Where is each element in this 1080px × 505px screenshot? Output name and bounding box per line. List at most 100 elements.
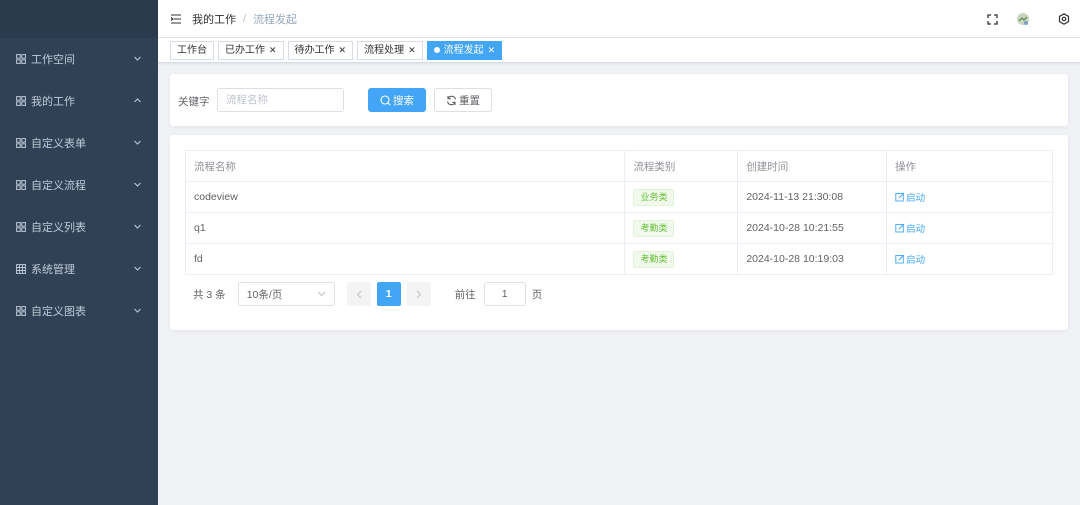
goto-page-input[interactable]: [483, 282, 526, 306]
column-header-action: 操作: [886, 150, 1053, 182]
start-button[interactable]: 启动: [895, 190, 925, 204]
sidebar-item-label: 我的工作: [31, 96, 75, 108]
tab-tag[interactable]: 流程发起 ✕: [426, 40, 503, 60]
cell-created: 2024-11-13 21:30:08: [737, 181, 888, 213]
close-icon[interactable]: ✕: [408, 42, 416, 59]
cell-created: 2024-10-28 10:19:03: [737, 243, 888, 275]
grid-icon: [16, 53, 27, 65]
next-page-button[interactable]: [406, 282, 431, 306]
tab-tag[interactable]: 待办工作 ✕: [287, 40, 354, 60]
tab-tag-label: 待办工作: [294, 44, 335, 56]
search-icon: [380, 94, 391, 106]
chevron-down-icon: [133, 54, 142, 63]
chevron-down-icon: [133, 264, 142, 273]
edit-icon: [895, 254, 905, 263]
prev-page-button[interactable]: [346, 282, 371, 306]
category-tag: 考勤类: [633, 219, 675, 237]
keyword-input[interactable]: [217, 88, 344, 112]
settings-icon[interactable]: [1057, 12, 1071, 26]
page-suffix-label: 页: [531, 288, 543, 301]
chevron-left-icon: [356, 290, 362, 298]
navbar: 我的工作 / 流程发起: [158, 0, 1080, 38]
grid-icon: [16, 221, 27, 233]
sidebar-item-label: 系统管理: [31, 264, 75, 276]
cell-action: 启动: [886, 212, 1053, 244]
page-size-value: 10条/页: [246, 288, 283, 301]
search-button-label: 搜索: [393, 94, 414, 107]
right-menu: [985, 0, 1080, 38]
column-header-name: 流程名称: [184, 150, 626, 182]
tab-tag-label: 流程处理: [364, 44, 405, 56]
close-icon[interactable]: ✕: [488, 42, 496, 59]
hamburger-icon[interactable]: [170, 13, 182, 25]
grid-icon: [16, 179, 27, 191]
sidebar-item-label: 自定义流程: [31, 180, 86, 192]
sidebar-item-label: 自定义图表: [31, 306, 86, 318]
sidebar-item[interactable]: 自定义列表: [0, 206, 158, 248]
start-button[interactable]: 启动: [895, 252, 925, 266]
column-header-category: 流程类别: [624, 150, 739, 182]
reset-button[interactable]: 重置: [434, 88, 492, 112]
table-row: q1 考勤类 2024-10-28 10:21:55 启动: [184, 212, 1053, 244]
grid-icon: [16, 137, 27, 149]
breadcrumb: 我的工作 / 流程发起: [192, 11, 297, 27]
reset-button-label: 重置: [459, 94, 480, 107]
table-card: 流程名称 流程类别 创建时间 操作 codeview 业务类 2024-11-13 …: [170, 135, 1068, 330]
close-icon[interactable]: ✕: [339, 42, 347, 59]
table-header-row: 流程名称 流程类别 创建时间 操作: [184, 150, 1053, 182]
active-dot-icon: [433, 47, 440, 53]
cell-created: 2024-10-28 10:21:55: [737, 212, 888, 244]
breadcrumb-current: 流程发起: [253, 13, 298, 26]
cell-action: 启动: [886, 243, 1053, 275]
chevron-down-icon: [133, 222, 142, 231]
avatar[interactable]: [1016, 12, 1030, 26]
sidebar: 工作空间我的工作自定义表单自定义流程自定义列表系统管理自定义图表: [0, 0, 158, 505]
process-table: 流程名称 流程类别 创建时间 操作 codeview 业务类 2024-11-13 …: [184, 150, 1053, 275]
sidebar-item[interactable]: 系统管理: [0, 248, 158, 290]
chevron-down-icon: [133, 180, 142, 189]
tab-tag[interactable]: 已办工作 ✕: [218, 40, 284, 60]
table-row: codeview 业务类 2024-11-13 21:30:08 启动: [184, 181, 1053, 213]
cell-name: fd: [184, 243, 626, 275]
tab-tag-label: 工作台: [177, 44, 207, 56]
keyword-label: 关键字: [178, 96, 210, 108]
search-button[interactable]: 搜索: [368, 88, 426, 112]
category-tag: 考勤类: [633, 250, 675, 268]
sidebar-item[interactable]: 自定义表单: [0, 122, 158, 164]
sidebar-item-label: 自定义列表: [31, 222, 86, 234]
cell-category: 考勤类: [624, 243, 739, 275]
tab-tag[interactable]: 流程处理 ✕: [357, 40, 423, 60]
sidebar-item[interactable]: 我的工作: [0, 80, 158, 122]
tags-view: 工作台 已办工作 ✕ 待办工作 ✕ 流程处理 ✕ 流程发起 ✕: [158, 38, 1080, 63]
start-button-label: 启动: [906, 223, 926, 235]
sidebar-logo: [0, 0, 158, 38]
tab-tag-label: 流程发起: [443, 44, 484, 56]
chevron-up-icon: [133, 96, 142, 105]
breadcrumb-item[interactable]: 我的工作: [192, 11, 236, 27]
page-size-select[interactable]: 10条/页: [237, 282, 335, 306]
tab-tag-label: 已办工作: [225, 44, 265, 56]
start-button-label: 启动: [906, 254, 926, 266]
chevron-right-icon: [416, 290, 421, 298]
grid-icon: [16, 305, 27, 317]
refresh-icon: [446, 95, 457, 105]
sidebar-item[interactable]: 工作空间: [0, 38, 158, 80]
sidebar-item[interactable]: 自定义图表: [0, 290, 158, 332]
edit-icon: [895, 223, 905, 232]
chevron-down-icon: [317, 291, 326, 297]
sidebar-item[interactable]: 自定义流程: [0, 164, 158, 206]
sidebar-menu: 工作空间我的工作自定义表单自定义流程自定义列表系统管理自定义图表: [0, 38, 158, 332]
cell-name: codeview: [184, 181, 626, 213]
tab-tag[interactable]: 工作台: [170, 40, 214, 60]
table-body: codeview 业务类 2024-11-13 21:30:08 启动 q1 考勤类 202…: [184, 181, 1053, 275]
start-button-label: 启动: [906, 192, 926, 204]
chevron-down-icon: [133, 138, 142, 147]
start-button[interactable]: 启动: [895, 221, 925, 235]
close-icon[interactable]: ✕: [269, 42, 277, 59]
edit-icon: [895, 192, 905, 201]
sidebar-item-label: 自定义表单: [31, 138, 86, 150]
chevron-down-icon: [133, 306, 142, 315]
fullscreen-icon[interactable]: [985, 12, 999, 26]
page-number-button[interactable]: 1: [376, 282, 401, 306]
breadcrumb-separator: /: [243, 12, 247, 25]
